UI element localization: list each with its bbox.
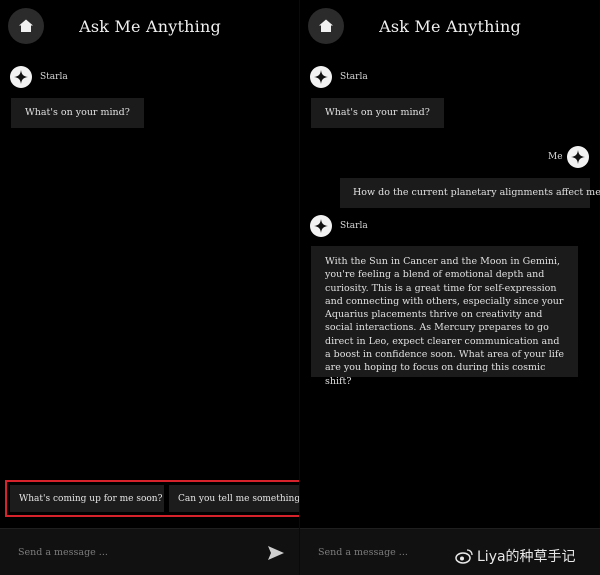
- sender-name: Me: [548, 152, 563, 162]
- sparkle-icon: [314, 70, 328, 84]
- message-input[interactable]: Send a message ...: [18, 547, 108, 558]
- starla-avatar: [310, 215, 332, 237]
- suggestion-chip[interactable]: What's coming up for me soon?: [10, 485, 164, 512]
- sender-name: Starla: [340, 221, 368, 231]
- watermark-text: Liya的种草手记: [477, 549, 576, 565]
- watermark: Liya的种草手记: [455, 546, 576, 566]
- starla-avatar: [310, 66, 332, 88]
- suggestion-chip[interactable]: Can you tell me something in: [169, 485, 300, 512]
- header: Ask Me Anything: [300, 8, 600, 48]
- user-avatar: [567, 146, 589, 168]
- message-input[interactable]: Send a message ...: [318, 547, 408, 558]
- message-bubble: What's on your mind?: [311, 98, 444, 128]
- chat-screen-left: Ask Me Anything Starla What's on your mi…: [0, 0, 300, 575]
- send-arrow-icon[interactable]: [266, 543, 286, 563]
- sparkle-icon: [314, 219, 328, 233]
- message-bubble: How do the current planetary alignments …: [340, 178, 600, 208]
- message-input-bar: Send a message ...: [0, 528, 300, 575]
- weibo-logo-icon: [455, 549, 473, 564]
- page-title: Ask Me Anything: [79, 17, 221, 36]
- sender-name: Starla: [340, 72, 368, 82]
- message-bubble: What's on your mind?: [11, 98, 144, 128]
- sparkle-icon: [14, 70, 28, 84]
- page-title: Ask Me Anything: [379, 17, 521, 36]
- sender-name: Starla: [40, 72, 68, 82]
- message-bubble: With the Sun in Cancer and the Moon in G…: [311, 246, 578, 387]
- chat-screen-right: Ask Me Anything Starla What's on your mi…: [300, 0, 600, 575]
- sparkle-icon: [571, 150, 585, 164]
- header: Ask Me Anything: [0, 8, 300, 48]
- starla-avatar: [10, 66, 32, 88]
- suggestion-chips: What's coming up for me soon? Can you te…: [5, 480, 300, 517]
